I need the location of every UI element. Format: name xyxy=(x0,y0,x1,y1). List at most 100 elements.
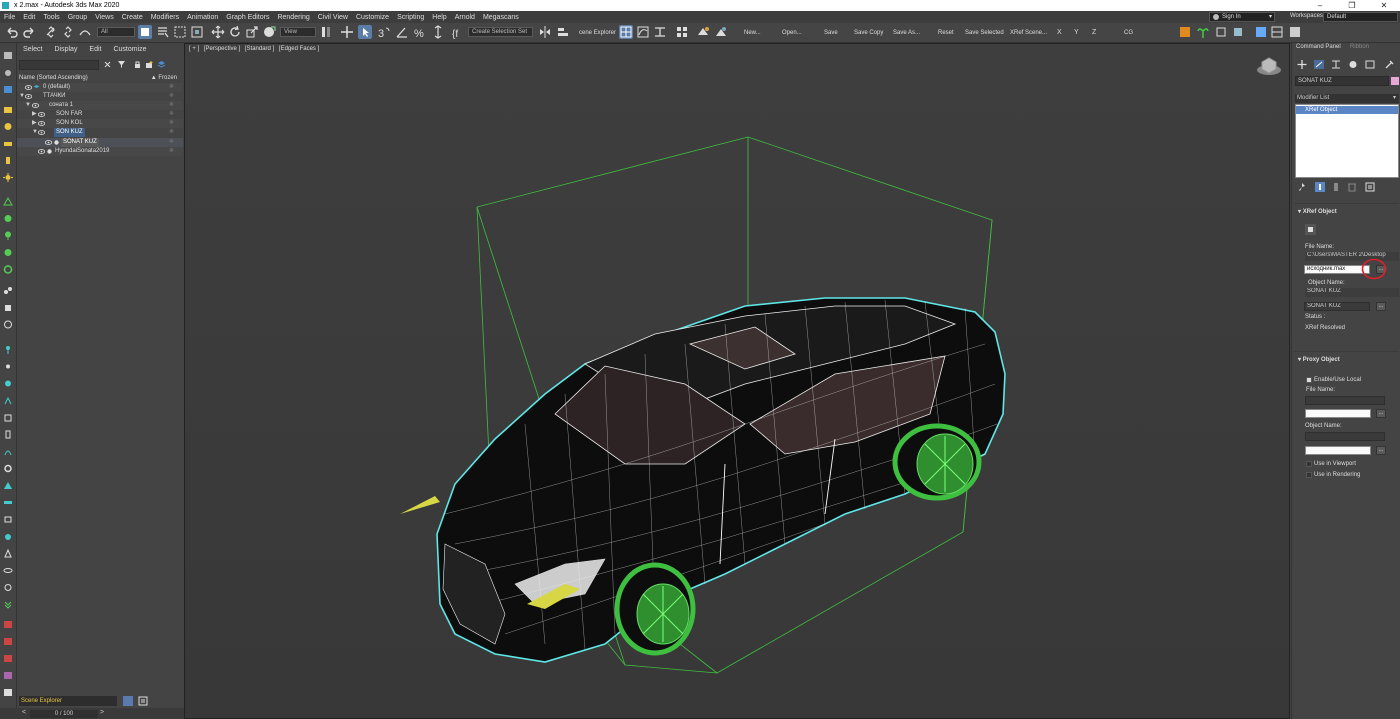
se-row-sonat-kuz[interactable]: SONAT KUZ ❄ xyxy=(17,138,183,147)
menu-tools[interactable]: Tools xyxy=(39,14,63,21)
collapse-triangle-icon[interactable]: ▶ xyxy=(32,110,37,119)
schematic-view-icon[interactable] xyxy=(653,25,667,39)
menu-animation[interactable]: Animation xyxy=(183,14,222,21)
freeze-icon[interactable]: ❄ xyxy=(169,83,174,92)
xref-rollout-title[interactable]: ▾ XRef Object xyxy=(1298,208,1337,215)
explorer-mode-button[interactable] xyxy=(123,696,133,706)
save-selected-button[interactable]: Save Selected xyxy=(965,30,1004,36)
perspective-viewport[interactable]: [ + ] [Perspective ] [Standard ] [Edged … xyxy=(184,43,1290,719)
proxy-file-browse-button[interactable]: ... xyxy=(1376,409,1386,418)
se-row-hyundai-sonata[interactable]: HyundaiSonata2019 ❄ xyxy=(17,147,183,156)
mirror-icon[interactable] xyxy=(538,25,552,39)
freeze-icon[interactable]: ❄ xyxy=(169,110,174,119)
ring-icon[interactable] xyxy=(3,566,13,575)
menu-modifiers[interactable]: Modifiers xyxy=(147,14,183,21)
menu-create[interactable]: Create xyxy=(118,14,147,21)
eye-icon[interactable] xyxy=(25,85,32,90)
xref-update-icon[interactable] xyxy=(1305,224,1316,235)
xref-scene-button[interactable]: XRef Scene... xyxy=(1010,30,1047,36)
eye-icon[interactable] xyxy=(45,140,52,145)
render-production-icon[interactable] xyxy=(714,25,728,39)
move-icon[interactable] xyxy=(211,25,225,39)
enable-use-local-checkbox[interactable] xyxy=(1306,377,1312,383)
close-button[interactable]: ✕ xyxy=(1368,0,1400,11)
freeze-icon[interactable]: ❄ xyxy=(169,119,174,128)
red-tool-icon-c[interactable] xyxy=(3,654,13,663)
viewport-menu-plus[interactable]: [ + ] xyxy=(189,46,199,52)
menu-customize[interactable]: Customize xyxy=(352,14,393,21)
se-row-son-kuz[interactable]: ▼ SON KUZ ❄ xyxy=(17,128,183,137)
angle-snap-icon[interactable] xyxy=(395,25,409,39)
create-tab-icon[interactable] xyxy=(1297,60,1307,69)
se-header-name[interactable]: Name (Sorted Ascending) xyxy=(19,75,88,81)
dot-icon[interactable] xyxy=(3,362,13,371)
scale-icon[interactable] xyxy=(245,25,259,39)
use-in-viewport-checkbox[interactable] xyxy=(1306,461,1312,467)
layers-icon[interactable] xyxy=(3,85,13,94)
new-button[interactable]: New... xyxy=(744,30,761,36)
window-crossing-icon[interactable] xyxy=(190,25,204,39)
eye-icon[interactable] xyxy=(38,130,45,135)
tool-icon-d[interactable] xyxy=(1270,25,1284,39)
proxy-file-field[interactable] xyxy=(1305,409,1371,418)
red-tool-icon-b[interactable] xyxy=(3,637,13,646)
se-menu-customize[interactable]: Customize xyxy=(107,46,152,57)
show-end-result-icon[interactable] xyxy=(1315,182,1325,192)
tube-icon[interactable] xyxy=(3,515,13,524)
se-row-0-default[interactable]: 0 (default) ❄ xyxy=(17,83,183,92)
z-button[interactable]: Z xyxy=(1092,29,1096,36)
se-header-frozen[interactable]: ▲ Frozen xyxy=(151,73,177,83)
box-icon[interactable] xyxy=(3,413,13,422)
edit-named-selection-icon[interactable]: {f xyxy=(451,25,465,40)
menu-civil-view[interactable]: Civil View xyxy=(314,14,352,21)
layers-stack-icon[interactable] xyxy=(157,60,166,69)
utilities-tab-icon[interactable] xyxy=(1384,60,1394,69)
tab-command-panel[interactable]: Command Panel xyxy=(1296,44,1341,50)
torus-icon[interactable] xyxy=(3,464,13,473)
systems-icon[interactable] xyxy=(3,286,13,295)
time-next-button[interactable]: > xyxy=(100,709,104,716)
use-in-rendering-checkbox[interactable] xyxy=(1306,472,1312,478)
object-name-field[interactable]: SONAT KUZ xyxy=(1295,76,1389,86)
tool-icon-e[interactable] xyxy=(1288,25,1302,39)
menu-scripting[interactable]: Scripting xyxy=(393,14,428,21)
xref-object-browse-button[interactable]: ... xyxy=(1376,302,1386,311)
viewport-display-mode[interactable]: [Edged Faces ] xyxy=(279,46,319,52)
scene-explorer-toggle[interactable]: cene Explorer xyxy=(579,30,616,36)
open-button[interactable]: Open... xyxy=(782,30,802,36)
align-icon[interactable] xyxy=(556,25,570,39)
keyboard-shortcut-icon[interactable] xyxy=(358,25,372,39)
tool-icon-b[interactable] xyxy=(1231,25,1245,39)
orange-tool-icon[interactable] xyxy=(1178,25,1192,39)
save-button[interactable]: Save xyxy=(824,30,838,36)
object-color-swatch[interactable] xyxy=(1391,77,1399,85)
layer-explorer-icon[interactable] xyxy=(619,25,633,39)
collapse-triangle-icon[interactable]: ▶ xyxy=(32,119,37,128)
time-slider-readout[interactable]: 0 / 100 xyxy=(30,710,98,718)
menu-arnold[interactable]: Arnold xyxy=(451,14,479,21)
geometry-icon[interactable] xyxy=(3,197,13,206)
pin-explorer-icon[interactable] xyxy=(138,696,148,706)
eye-icon[interactable] xyxy=(38,112,45,117)
scene-explorer-tab[interactable]: Scene Explorer xyxy=(19,696,117,706)
select-by-name-icon[interactable] xyxy=(156,25,170,39)
sun-icon[interactable] xyxy=(3,173,13,182)
pin-icon[interactable] xyxy=(3,345,13,354)
place-icon[interactable] xyxy=(262,25,276,39)
viewcube-icon[interactable] xyxy=(1255,54,1283,78)
spacewarp-icon[interactable] xyxy=(3,265,13,274)
se-row-layer-ttachki[interactable]: ▼ ТТАЧКИ ❄ xyxy=(17,92,183,101)
minimize-button[interactable]: – xyxy=(1304,0,1336,11)
stack-item-xref-object[interactable]: XRef Object xyxy=(1296,106,1398,114)
shapes-icon[interactable] xyxy=(3,214,13,223)
sign-in-dropdown[interactable]: Sign In ▾ xyxy=(1209,12,1275,22)
rectangular-selection-icon[interactable] xyxy=(173,25,187,39)
material-editor-icon[interactable] xyxy=(675,25,689,39)
time-prev-button[interactable]: < xyxy=(22,709,26,716)
light-icon[interactable] xyxy=(3,122,13,131)
freeze-icon[interactable]: ❄ xyxy=(169,147,174,156)
spinner-snap-icon[interactable] xyxy=(431,25,445,39)
select-manipulate-icon[interactable] xyxy=(340,25,354,39)
snaps-toggle-icon[interactable]: 3 xyxy=(377,25,391,40)
plants-icon[interactable] xyxy=(3,231,13,240)
